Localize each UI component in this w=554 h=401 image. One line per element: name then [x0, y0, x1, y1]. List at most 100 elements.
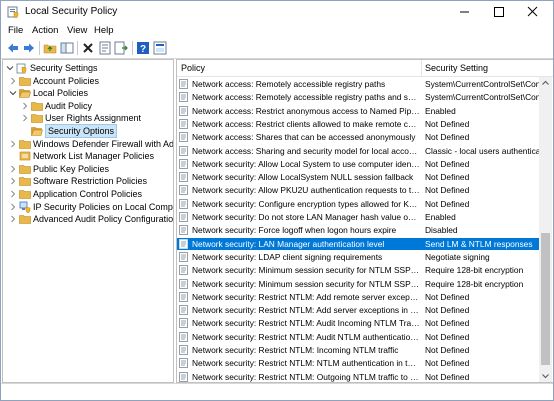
- policy-row[interactable]: Network security: LDAP client signing re…: [177, 251, 539, 263]
- security-setting-value: Not Defined: [425, 331, 470, 342]
- app-window: Local Security Policy File Action View H…: [0, 0, 554, 401]
- security-setting-value: Require 128-bit encryption: [425, 278, 524, 289]
- column-header-policy[interactable]: Policy: [181, 63, 205, 73]
- tree-item[interactable]: Audit Policy: [3, 100, 173, 112]
- tree-item-label: Application Control Policies: [33, 189, 143, 199]
- scroll-up-icon[interactable]: [539, 77, 552, 89]
- forward-arrow-icon[interactable]: [22, 41, 36, 55]
- policy-row[interactable]: Network security: Restrict NTLM: Add rem…: [177, 291, 539, 303]
- back-arrow-icon[interactable]: [6, 41, 20, 55]
- chevron-right-icon[interactable]: [9, 77, 17, 85]
- policy-row[interactable]: Network access: Shares that can be acces…: [177, 131, 539, 143]
- show-hide-tree-icon[interactable]: [60, 41, 74, 55]
- scrollbar-thumb[interactable]: [541, 233, 550, 365]
- minimize-icon: [460, 11, 469, 13]
- security-setting-value: Send LM & NTLM responses: [425, 238, 533, 249]
- close-button[interactable]: [516, 1, 550, 23]
- policy-row[interactable]: Network security: Restrict NTLM: Audit N…: [177, 331, 539, 343]
- policy-row[interactable]: Network security: Restrict NTLM: Add ser…: [177, 304, 539, 316]
- policy-row[interactable]: Network access: Sharing and security mod…: [177, 145, 539, 157]
- security-setting-value: Enabled: [425, 105, 456, 116]
- tree-item[interactable]: Account Policies: [3, 75, 173, 87]
- policy-name: Network security: Restrict NTLM: Add rem…: [192, 291, 420, 302]
- chevron-right-icon[interactable]: [9, 165, 17, 173]
- tree-item-label: User Rights Assignment: [45, 113, 142, 124]
- policy-row[interactable]: Network security: Allow PKU2U authentica…: [177, 184, 539, 196]
- policy-setting-icon: [179, 79, 188, 89]
- policy-name: Network security: Do not store LAN Manag…: [192, 212, 420, 222]
- chevron-right-icon[interactable]: [9, 190, 17, 198]
- tree-item[interactable]: Security Options: [3, 124, 173, 138]
- policy-setting-icon: [179, 331, 188, 342]
- policy-row[interactable]: Network access: Restrict clients allowed…: [177, 118, 539, 130]
- policy-row[interactable]: Network security: Allow LocalSystem NULL…: [177, 171, 539, 183]
- policy-row[interactable]: Network security: Allow Local System to …: [177, 158, 539, 170]
- menu-help[interactable]: Help: [94, 25, 114, 36]
- column-divider[interactable]: [421, 60, 422, 76]
- policy-row[interactable]: Network security: Restrict NTLM: Incomin…: [177, 344, 539, 356]
- delete-icon[interactable]: [81, 41, 95, 55]
- policy-setting-icon: [179, 345, 188, 355]
- policy-row[interactable]: Network security: Restrict NTLM: Audit I…: [177, 317, 539, 329]
- policy-setting-icon: [179, 198, 188, 209]
- up-folder-icon[interactable]: [43, 41, 57, 55]
- minimize-button[interactable]: [448, 1, 482, 23]
- tree-item[interactable]: Windows Defender Firewall with Advan: [3, 138, 173, 150]
- network-list-icon: [19, 151, 31, 161]
- menu-file[interactable]: File: [8, 25, 23, 36]
- policy-name: Network access: Restrict clients allowed…: [192, 118, 420, 129]
- chevron-down-icon[interactable]: [9, 89, 17, 97]
- chevron-right-icon[interactable]: [21, 102, 29, 110]
- chevron-right-icon[interactable]: [9, 203, 17, 211]
- column-header-security-setting[interactable]: Security Setting: [425, 63, 488, 73]
- vertical-scrollbar[interactable]: [539, 77, 552, 382]
- policy-row[interactable]: Network security: Minimum session securi…: [177, 264, 539, 276]
- policy-name: Network access: Remotely accessible regi…: [192, 92, 420, 103]
- chevron-right-icon[interactable]: [9, 140, 17, 148]
- tree-item[interactable]: Software Restriction Policies: [3, 175, 173, 187]
- tree-item[interactable]: Application Control Policies: [3, 188, 173, 200]
- ip-security-icon: [19, 201, 31, 213]
- help-icon[interactable]: ?: [136, 41, 150, 55]
- chevron-down-icon[interactable]: [6, 64, 14, 72]
- policy-row[interactable]: Network security: Restrict NTLM: Outgoin…: [177, 371, 539, 382]
- policy-name: Network security: Restrict NTLM: Add ser…: [192, 305, 420, 316]
- export-list-icon[interactable]: [114, 41, 128, 55]
- tree-item[interactable]: Security Settings: [3, 62, 173, 74]
- policy-setting-icon: [179, 185, 188, 196]
- tree-item[interactable]: IP Security Policies on Local Computer: [3, 201, 173, 213]
- chevron-right-icon[interactable]: [9, 215, 17, 223]
- policy-row[interactable]: Network access: Remotely accessible regi…: [177, 91, 539, 103]
- menu-action[interactable]: Action: [32, 25, 58, 36]
- policy-row[interactable]: Network security: Force logoff when logo…: [177, 224, 539, 236]
- policy-row[interactable]: Network security: Restrict NTLM: NTLM au…: [177, 357, 539, 369]
- scroll-down-icon[interactable]: [539, 370, 552, 382]
- security-setting-value: Not Defined: [425, 185, 470, 196]
- folder-icon: [19, 190, 31, 199]
- policy-row[interactable]: Network security: Do not store LAN Manag…: [177, 211, 539, 223]
- policy-row[interactable]: Network security: Configure encryption t…: [177, 198, 539, 210]
- properties-icon[interactable]: [98, 41, 112, 55]
- maximize-button[interactable]: [482, 1, 516, 23]
- tree-item-label: Network List Manager Policies: [33, 151, 155, 162]
- policy-setting-icon: [179, 92, 188, 103]
- policy-row[interactable]: Network security: LAN Manager authentica…: [177, 237, 539, 250]
- list-header: Policy Security Setting: [177, 60, 553, 77]
- folder-icon: [31, 101, 43, 111]
- policy-row[interactable]: Network security: Minimum session securi…: [177, 278, 539, 290]
- tree-item[interactable]: Local Policies: [3, 87, 173, 99]
- open-folder-icon: [19, 89, 31, 98]
- policy-setting-icon: [179, 118, 188, 129]
- policy-row[interactable]: Network access: Restrict anonymous acces…: [177, 105, 539, 117]
- policy-list: Network access: Remotely accessible regi…: [177, 77, 539, 382]
- tree-item[interactable]: Public Key Policies: [3, 163, 173, 175]
- policy-name: Network security: Allow PKU2U authentica…: [192, 185, 420, 196]
- console-view-icon[interactable]: [153, 41, 167, 55]
- tree-item[interactable]: Advanced Audit Policy Configuration: [3, 213, 173, 225]
- tree-item[interactable]: User Rights Assignment: [3, 112, 173, 124]
- tree-item[interactable]: Network List Manager Policies: [3, 150, 173, 162]
- menu-view[interactable]: View: [67, 25, 87, 36]
- chevron-right-icon[interactable]: [9, 177, 17, 185]
- policy-row[interactable]: Network access: Remotely accessible regi…: [177, 78, 539, 90]
- chevron-right-icon[interactable]: [21, 114, 29, 122]
